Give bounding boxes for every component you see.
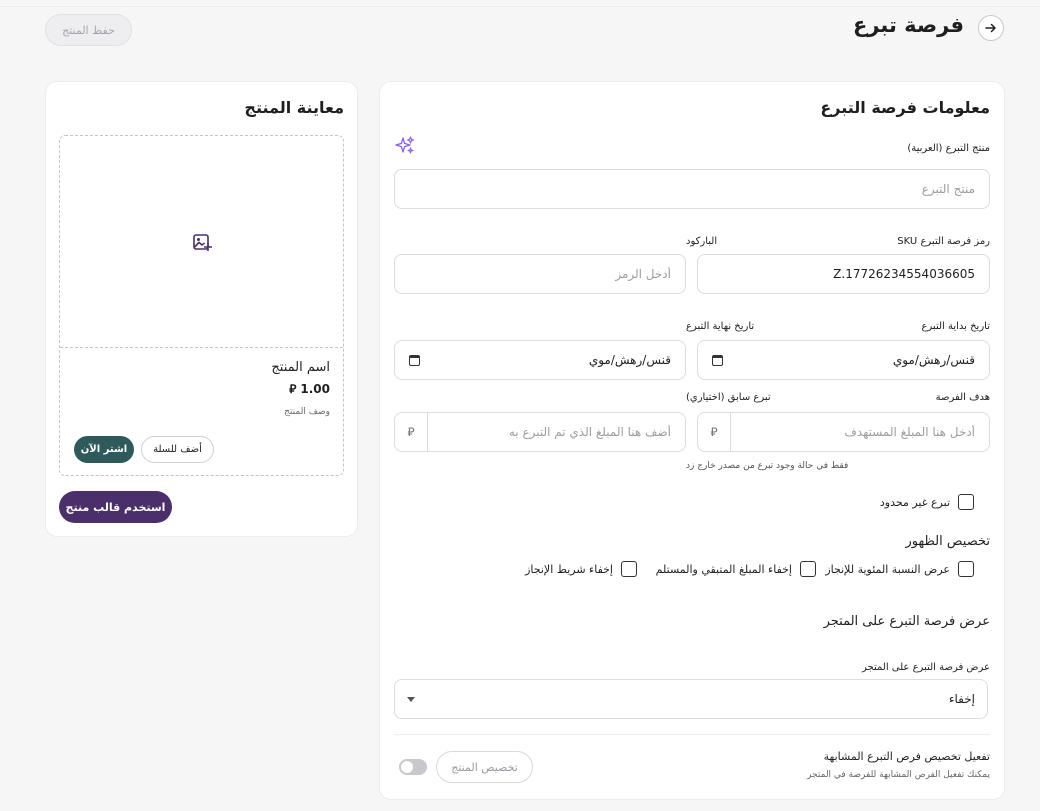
sku-field[interactable]	[697, 254, 990, 294]
donation-info-card: معلومات فرصة التبرع منتج التبرع (العربية…	[379, 81, 1005, 800]
arrow-right-icon	[985, 23, 996, 33]
start-date-field[interactable]: قنس/رهش/موي	[697, 340, 990, 380]
end-date-value: قنس/رهش/موي	[588, 353, 671, 367]
back-button[interactable]	[978, 15, 1004, 41]
previous-input[interactable]	[428, 413, 685, 451]
barcode-label: الباركود	[686, 236, 718, 247]
barcode-input[interactable]	[395, 255, 685, 293]
store-section-title: عرض فرصة التبرع على المتجر	[823, 614, 990, 629]
start-date-value: قنس/رهش/موي	[892, 353, 975, 367]
end-date-field[interactable]: قنس/رهش/موي	[394, 340, 686, 380]
product-preview-card: معاينة المنتج اسم المنتج 1.00 ⃁ وصف المن…	[45, 81, 358, 537]
previous-field[interactable]: ⃁	[394, 412, 686, 452]
use-template-button[interactable]: استخدم قالب منتج	[59, 491, 172, 523]
display-option-checkbox[interactable]	[800, 561, 816, 577]
display-option-row[interactable]: إخفاء شريط الإنجاز	[525, 561, 637, 577]
unlimited-checkbox[interactable]	[958, 494, 974, 510]
unlimited-label: تبرع غير محدود	[879, 495, 950, 509]
unlimited-checkbox-row[interactable]: تبرع غير محدود	[880, 494, 974, 510]
calendar-icon[interactable]	[712, 354, 723, 366]
save-product-button[interactable]: حفظ المنتج	[45, 14, 132, 46]
currency-icon: ⃁	[289, 382, 297, 396]
store-select-label: عرض فرصة التبرع على المتجر	[862, 662, 990, 673]
image-add-icon	[192, 233, 212, 251]
chevron-down-icon	[407, 696, 415, 702]
preview-box: اسم المنتج 1.00 ⃁ وصف المنتج أضف للسلة ا…	[59, 135, 344, 476]
display-option-label: إخفاء المبلغ المتبقي والمستلم	[655, 562, 792, 576]
product-name: اسم المنتج	[271, 360, 330, 375]
add-to-cart-button[interactable]: أضف للسلة	[141, 436, 214, 463]
customize-product-button[interactable]: تخصيص المنتج	[436, 751, 533, 783]
preview-image-area[interactable]	[60, 136, 343, 348]
display-option-checkbox[interactable]	[958, 561, 974, 577]
section-title: معلومات فرصة التبرع	[820, 98, 990, 117]
display-option-checkbox[interactable]	[621, 561, 637, 577]
store-visibility-select[interactable]: إخفاء	[394, 679, 988, 719]
preview-title: معاينة المنتج	[244, 98, 344, 117]
previous-hint: فقط في حالة وجود تبرع من مصدر خارج زد	[686, 461, 849, 471]
currency-icon: ⃁	[395, 413, 428, 451]
name-label: منتج التبرع (العربية)	[907, 143, 990, 154]
display-title: تخصيص الظهور	[905, 534, 991, 549]
sku-label: رمز فرصة التبرع SKU	[897, 236, 990, 247]
buy-now-button[interactable]: اشتر الآن	[74, 436, 134, 463]
display-option-label: إخفاء شريط الإنجاز	[525, 562, 613, 576]
product-description: وصف المنتج	[284, 407, 330, 417]
toggle-knob	[401, 761, 413, 773]
divider	[394, 734, 990, 735]
similar-toggle[interactable]	[399, 759, 427, 775]
similar-subtitle: يمكنك تفعيل الفرص المشابهة للفرصة في الم…	[807, 770, 990, 780]
sparkle-icon[interactable]	[394, 135, 416, 157]
currency-icon: ⃁	[698, 413, 731, 451]
display-option-label: عرض النسبة المئوية للإنجاز	[825, 562, 950, 576]
previous-label: تبرع سابق (اختياري)	[686, 392, 771, 403]
product-price: 1.00 ⃁	[289, 382, 330, 397]
sku-input[interactable]	[698, 255, 989, 293]
donation-name-input[interactable]	[395, 170, 989, 208]
display-option-row[interactable]: إخفاء المبلغ المتبقي والمستلم	[656, 561, 816, 577]
barcode-field[interactable]	[394, 254, 686, 294]
goal-field[interactable]: ⃁	[697, 412, 990, 452]
goal-input[interactable]	[731, 413, 989, 451]
calendar-icon[interactable]	[409, 354, 420, 366]
price-value: 1.00	[300, 382, 330, 396]
donation-name-field[interactable]	[394, 169, 990, 209]
similar-title: تفعيل تخصيص فرص التبرع المشابهة	[823, 750, 990, 763]
page-title: فرصة تبرع	[852, 13, 964, 37]
end-date-label: تاريخ نهاية التبرع	[686, 321, 755, 332]
top-divider	[0, 6, 1040, 7]
start-date-label: تاريخ بداية التبرع	[921, 321, 990, 332]
store-visibility-value: إخفاء	[948, 692, 975, 706]
goal-label: هدف الفرصة	[935, 392, 990, 403]
display-option-row[interactable]: عرض النسبة المئوية للإنجاز	[825, 561, 974, 577]
